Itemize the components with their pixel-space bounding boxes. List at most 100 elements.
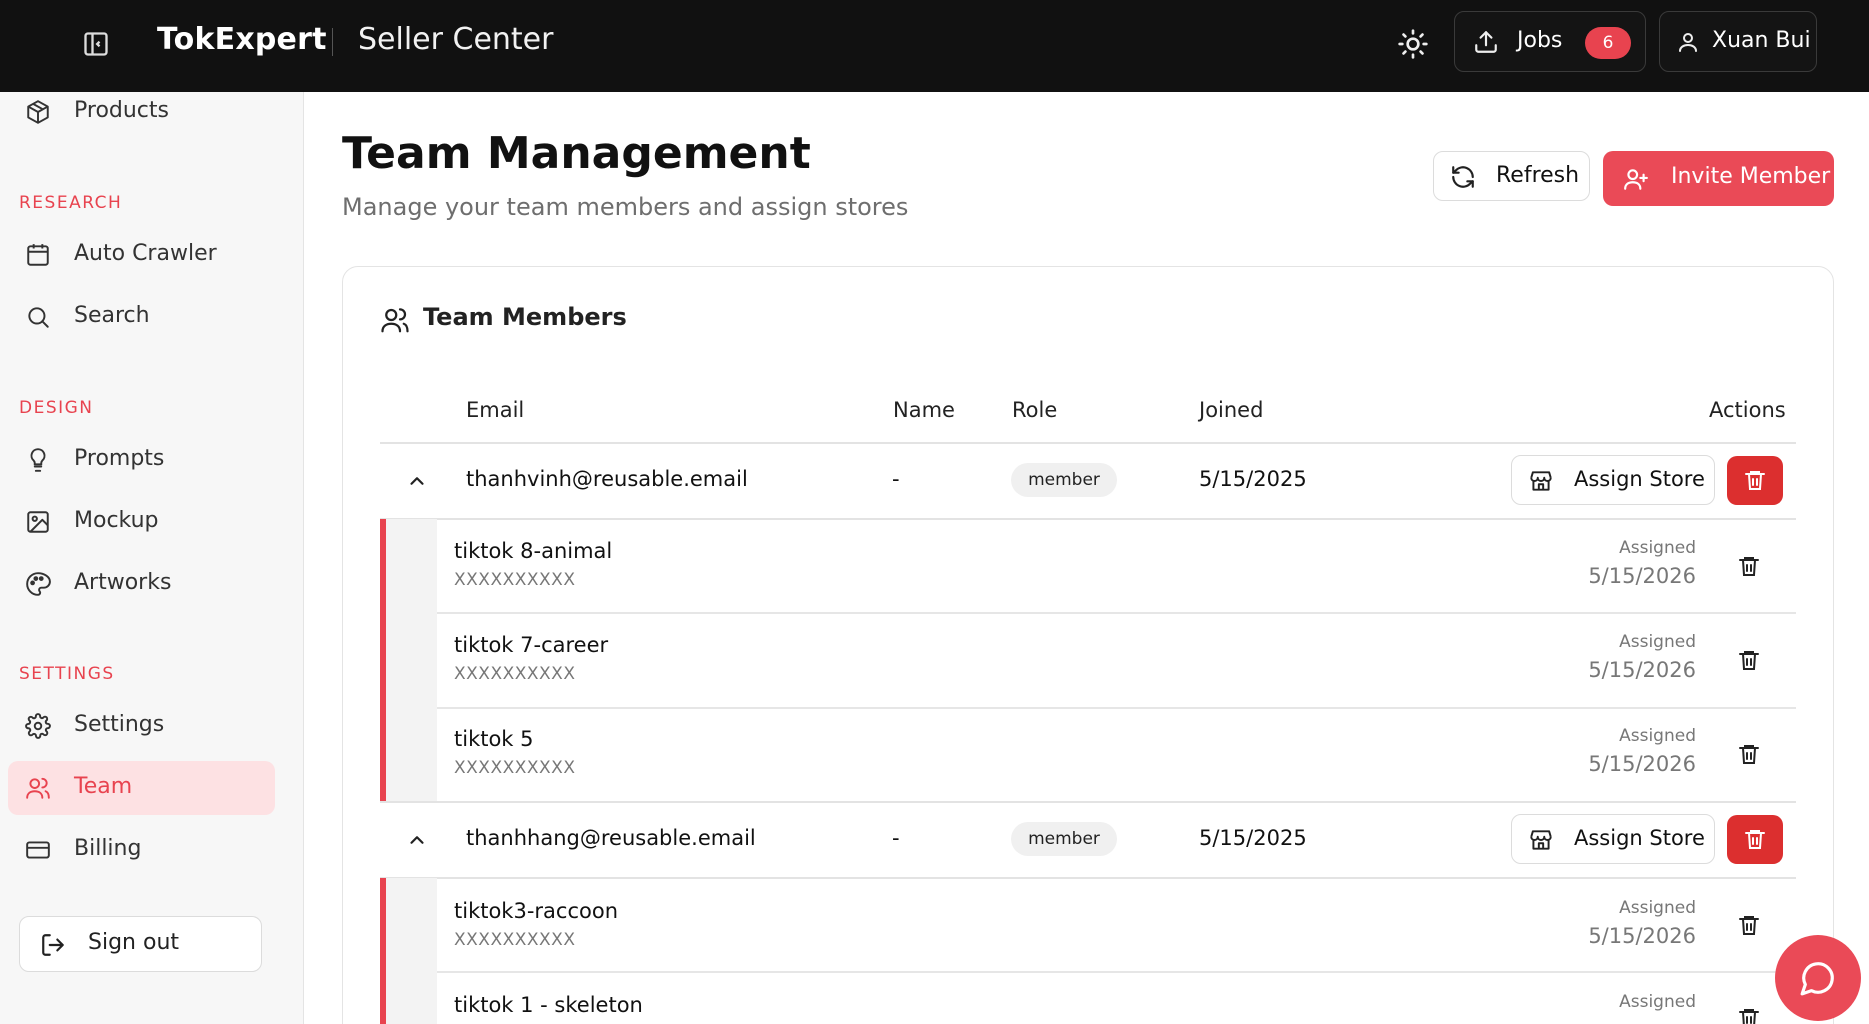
jobs-label: Jobs [1517,28,1563,53]
assigned-label: Assigned [1619,632,1696,652]
trash-icon [1743,827,1767,851]
refresh-label: Refresh [1496,163,1580,188]
invite-member-label: Invite Member [1671,164,1831,189]
section-title-design: DESIGN [19,398,94,418]
column-header-name[interactable]: Name [893,398,955,422]
sidebar-item-settings[interactable]: Settings [8,699,275,753]
lightbulb-icon [25,447,51,473]
sidebar-item-label: Settings [74,712,165,737]
member-name: - [892,467,900,491]
chevron-up-icon[interactable] [406,829,428,851]
sidebar-item-label: Artworks [74,570,172,595]
table-divider [380,442,1796,444]
chat-bubble-icon [1799,959,1837,997]
member-name: - [892,826,900,850]
store-id: XXXXXXXXXX [454,664,576,684]
member-joined: 5/15/2025 [1199,467,1307,491]
sidebar-item-label: Prompts [74,446,165,471]
row-divider [437,971,1796,973]
sidebar-item-label: Mockup [74,508,159,533]
trash-icon[interactable] [1737,1006,1761,1024]
store-name: tiktok 8-animal [454,539,613,563]
trash-icon[interactable] [1737,913,1761,937]
sidebar-item-artworks[interactable]: Artworks [8,557,275,611]
store-id: XXXXXXXXXX [454,758,576,778]
sidebar-item-label: Auto Crawler [74,241,217,266]
top-bar: TokExpert Seller Center Jobs 6 Xuan Bui [0,0,1869,92]
row-divider [380,518,1796,520]
page-title: Team Management [342,128,811,179]
member-email: thanhhang@reusable.email [466,826,756,850]
search-icon [25,304,51,330]
role-badge: member [1011,463,1117,497]
sidebar-item-label: Products [74,98,169,123]
credit-card-icon [25,837,51,863]
user-plus-icon [1623,166,1649,192]
store-name: tiktok 7-career [454,633,609,657]
user-menu-button[interactable]: Xuan Bui [1659,11,1817,72]
sidebar-item-products[interactable]: Products [8,85,275,139]
sidebar-toggle-icon[interactable] [82,30,110,58]
store-name: tiktok3-raccoon [454,899,619,923]
sidebar-item-label: Team [74,774,133,799]
invite-member-button[interactable]: Invite Member [1603,151,1834,206]
assigned-label: Assigned [1619,898,1696,918]
sidebar-item-search[interactable]: Search [8,290,275,344]
sidebar: Products RESEARCH Auto Crawler Search DE… [0,92,304,1024]
sidebar-item-prompts[interactable]: Prompts [8,433,275,487]
assigned-date: 5/15/2026 [1588,564,1696,588]
column-header-role[interactable]: Role [1012,398,1057,422]
refresh-button[interactable]: Refresh [1433,151,1590,201]
upload-icon [1473,29,1499,55]
palette-icon [25,571,51,597]
trash-icon[interactable] [1737,742,1761,766]
assigned-date: 5/15/2026 [1588,752,1696,776]
refresh-icon [1450,164,1476,190]
role-badge: member [1011,822,1117,856]
brand-subtitle: Seller Center [358,22,554,57]
user-name: Xuan Bui [1712,28,1811,53]
sidebar-item-team[interactable]: Team [8,761,275,815]
sidebar-item-mockup[interactable]: Mockup [8,495,275,549]
sun-icon[interactable] [1397,28,1429,60]
store-indent [386,878,437,1024]
assign-store-label: Assign Store [1574,467,1705,491]
row-divider [437,707,1796,709]
assign-store-button[interactable]: Assign Store [1511,814,1715,864]
member-joined: 5/15/2025 [1199,826,1307,850]
delete-member-button[interactable] [1727,456,1783,505]
delete-member-button[interactable] [1727,815,1783,864]
store-name: tiktok 1 - skeleton [454,993,643,1017]
brand-divider [332,28,333,56]
sidebar-item-auto-crawler[interactable]: Auto Crawler [8,228,275,282]
chevron-up-icon[interactable] [406,470,428,492]
store-indent [386,519,437,801]
row-divider [437,612,1796,614]
store-id: XXXXXXXXXX [454,570,576,590]
assign-store-button[interactable]: Assign Store [1511,455,1715,505]
row-divider [380,801,1796,803]
sign-out-button[interactable]: Sign out [19,916,262,972]
column-header-email[interactable]: Email [466,398,524,422]
brand-name[interactable]: TokExpert [157,22,327,57]
column-header-joined[interactable]: Joined [1199,398,1263,422]
assign-store-label: Assign Store [1574,826,1705,850]
package-icon [25,99,51,125]
users-icon [380,305,410,335]
assigned-date: 5/15/2026 [1588,924,1696,948]
assigned-label: Assigned [1619,538,1696,558]
chat-button[interactable] [1775,935,1861,1021]
sign-out-label: Sign out [88,930,180,955]
trash-icon[interactable] [1737,554,1761,578]
sidebar-item-label: Billing [74,836,142,861]
store-icon [1528,827,1554,853]
trash-icon[interactable] [1737,648,1761,672]
page-subtitle: Manage your team members and assign stor… [342,193,909,221]
card-title: Team Members [423,303,627,331]
jobs-button[interactable]: Jobs 6 [1454,11,1646,72]
user-icon [1676,30,1700,54]
assigned-label: Assigned [1619,726,1696,746]
member-email: thanhvinh@reusable.email [466,467,748,491]
log-out-icon [40,932,66,958]
sidebar-item-billing[interactable]: Billing [8,823,275,877]
